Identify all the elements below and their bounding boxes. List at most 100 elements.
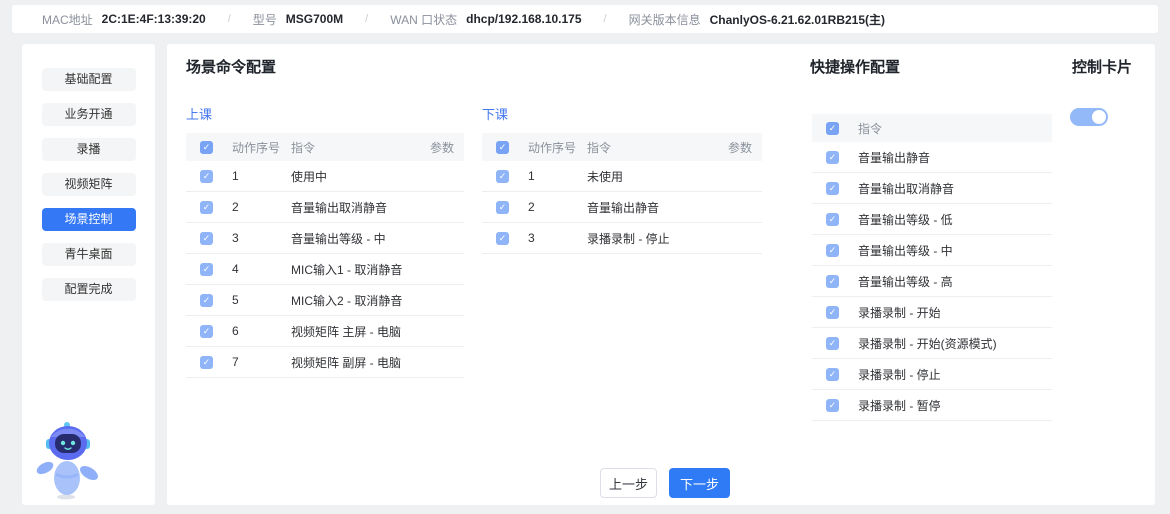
table-body: ✓1使用中✓2音量输出取消静音✓3音量输出等级 - 中✓4MIC输入1 - 取消… bbox=[186, 161, 464, 378]
table-body: ✓ 1未使用 ✓ 2音量输出静音 ✓ 3录播录制 - 停止 bbox=[482, 161, 762, 254]
row-checkbox[interactable]: ✓ bbox=[826, 151, 839, 164]
sidebar-item-video-matrix[interactable]: 视频矩阵 bbox=[42, 173, 136, 196]
control-card-toggle[interactable] bbox=[1070, 108, 1108, 126]
row-checkbox[interactable]: ✓ bbox=[496, 170, 509, 183]
command-label: 录播录制 - 停止 bbox=[587, 230, 712, 247]
mac-address-label: MAC地址 bbox=[42, 11, 93, 28]
select-all-checkbox[interactable]: ✓ bbox=[200, 141, 213, 154]
sidebar-nav: 基础配置 业务开通 录播 视频矩阵 场景控制 青牛桌面 配置完成 bbox=[22, 44, 155, 505]
column-header-param: 参数 bbox=[712, 139, 762, 156]
separator: / bbox=[365, 13, 368, 25]
sidebar-item-service-activation[interactable]: 业务开通 bbox=[42, 103, 136, 126]
seq-value: 1 bbox=[232, 169, 291, 183]
command-label: 音量输出等级 - 高 bbox=[858, 273, 1052, 290]
table-row: ✓音量输出静音 bbox=[812, 142, 1052, 173]
table-row: ✓ 3录播录制 - 停止 bbox=[482, 223, 762, 254]
table-row: ✓ 5MIC输入2 - 取消静音 bbox=[186, 285, 464, 316]
command-label: 音量输出等级 - 中 bbox=[291, 230, 414, 247]
seq-value: 3 bbox=[528, 231, 587, 245]
row-checkbox[interactable]: ✓ bbox=[200, 232, 213, 245]
table-row: ✓ 1使用中 bbox=[186, 161, 464, 192]
command-label: 视频矩阵 副屏 - 电脑 bbox=[291, 354, 414, 371]
row-checkbox[interactable]: ✓ bbox=[200, 356, 213, 369]
row-checkbox[interactable]: ✓ bbox=[200, 294, 213, 307]
toggle-knob bbox=[1092, 110, 1106, 124]
table-body: ✓音量输出静音✓音量输出取消静音✓音量输出等级 - 低✓音量输出等级 - 中✓音… bbox=[812, 142, 1052, 421]
table-row: ✓音量输出取消静音 bbox=[812, 173, 1052, 204]
next-step-button[interactable]: 下一步 bbox=[669, 468, 730, 498]
seq-value: 4 bbox=[232, 262, 291, 276]
section-label-class-end: 下课 bbox=[482, 104, 762, 123]
row-checkbox[interactable]: ✓ bbox=[826, 244, 839, 257]
wan-status-label: WAN 口状态 bbox=[390, 11, 457, 28]
select-all-checkbox[interactable]: ✓ bbox=[496, 141, 509, 154]
shortcut-config-title: 快捷操作配置 bbox=[810, 56, 900, 77]
row-checkbox[interactable]: ✓ bbox=[826, 182, 839, 195]
top-status-bar: MAC地址 2C:1E:4F:13:39:20 / 型号 MSG700M / W… bbox=[12, 5, 1158, 33]
row-checkbox[interactable]: ✓ bbox=[826, 368, 839, 381]
gateway-version-label: 网关版本信息 bbox=[629, 11, 701, 28]
page-title: 场景命令配置 bbox=[186, 56, 276, 77]
column-header-command: 指令 bbox=[858, 120, 1052, 137]
seq-value: 2 bbox=[528, 200, 587, 214]
table-row: ✓ 4MIC输入1 - 取消静音 bbox=[186, 254, 464, 285]
command-label: 使用中 bbox=[291, 168, 414, 185]
row-checkbox[interactable]: ✓ bbox=[826, 306, 839, 319]
sidebar-item-basic-config[interactable]: 基础配置 bbox=[42, 68, 136, 91]
table-row: ✓ 1未使用 bbox=[482, 161, 762, 192]
previous-step-button[interactable]: 上一步 bbox=[600, 468, 657, 498]
column-header-seq: 动作序号 bbox=[528, 139, 587, 156]
row-checkbox[interactable]: ✓ bbox=[826, 337, 839, 350]
seq-value: 6 bbox=[232, 324, 291, 338]
screen: MAC地址 2C:1E:4F:13:39:20 / 型号 MSG700M / W… bbox=[0, 0, 1170, 514]
gateway-version-value: ChanlyOS-6.21.62.01RB215(主) bbox=[710, 11, 885, 28]
seq-value: 5 bbox=[232, 293, 291, 307]
command-label: 视频矩阵 主屏 - 电脑 bbox=[291, 323, 414, 340]
table-header: ✓ 指令 bbox=[812, 114, 1052, 142]
command-label: 录播录制 - 开始(资源模式) bbox=[858, 335, 1052, 352]
seq-value: 3 bbox=[232, 231, 291, 245]
select-all-checkbox[interactable]: ✓ bbox=[826, 122, 839, 135]
table-row: ✓录播录制 - 停止 bbox=[812, 359, 1052, 390]
table-row: ✓ 音量输出等级 - 中 bbox=[812, 235, 1052, 266]
row-checkbox[interactable]: ✓ bbox=[200, 170, 213, 183]
column-header-command: 指令 bbox=[291, 139, 414, 156]
sidebar-item-scene-control[interactable]: 场景控制 bbox=[42, 208, 136, 231]
main-panel: 场景命令配置 快捷操作配置 控制卡片 上课 ✓ 动作序号 指令 参数 ✓1使用中… bbox=[167, 44, 1155, 505]
command-label: 音量输出等级 - 低 bbox=[858, 211, 1052, 228]
command-label: MIC输入1 - 取消静音 bbox=[291, 261, 414, 278]
table-row: ✓ 6视频矩阵 主屏 - 电脑 bbox=[186, 316, 464, 347]
table-row: ✓录播录制 - 开始 bbox=[812, 297, 1052, 328]
row-checkbox[interactable]: ✓ bbox=[496, 201, 509, 214]
sidebar-item-config-complete[interactable]: 配置完成 bbox=[42, 278, 136, 301]
row-checkbox[interactable]: ✓ bbox=[200, 263, 213, 276]
seq-value: 2 bbox=[232, 200, 291, 214]
seq-value: 1 bbox=[528, 169, 587, 183]
scene-section-class-start: 上课 ✓ 动作序号 指令 参数 ✓1使用中✓2音量输出取消静音✓3音量输出等级 … bbox=[186, 104, 464, 378]
sidebar-item-recording[interactable]: 录播 bbox=[42, 138, 136, 161]
table-row: ✓ 录播录制 - 暂停 bbox=[812, 390, 1052, 421]
command-label: 录播录制 - 暂停 bbox=[858, 397, 1052, 414]
table-row: ✓ 2音量输出静音 bbox=[482, 192, 762, 223]
table-header: ✓ 动作序号 指令 参数 bbox=[186, 133, 464, 161]
row-checkbox[interactable]: ✓ bbox=[200, 325, 213, 338]
column-header-seq: 动作序号 bbox=[232, 139, 291, 156]
table-row: ✓ 3音量输出等级 - 中 bbox=[186, 223, 464, 254]
row-checkbox[interactable]: ✓ bbox=[200, 201, 213, 214]
row-checkbox[interactable]: ✓ bbox=[826, 275, 839, 288]
scene-section-class-end: 下课 ✓ 动作序号 指令 参数 ✓ 1未使用 ✓ 2音量输出静音 ✓ 3录播录制 - 停止 bbox=[482, 104, 762, 254]
command-label: 未使用 bbox=[587, 168, 712, 185]
row-checkbox[interactable]: ✓ bbox=[826, 399, 839, 412]
model-label: 型号 bbox=[253, 11, 277, 28]
section-label-class-start: 上课 bbox=[186, 104, 464, 123]
command-label: 音量输出静音 bbox=[587, 199, 712, 216]
row-checkbox[interactable]: ✓ bbox=[496, 232, 509, 245]
column-header-command: 指令 bbox=[587, 139, 712, 156]
table-row: ✓ 音量输出等级 - 低 bbox=[812, 204, 1052, 235]
row-checkbox[interactable]: ✓ bbox=[826, 213, 839, 226]
sidebar-item-qingniu-desktop[interactable]: 青牛桌面 bbox=[42, 243, 136, 266]
command-label: 音量输出等级 - 中 bbox=[858, 242, 1052, 259]
command-label: MIC输入2 - 取消静音 bbox=[291, 292, 414, 309]
wan-status-value: dhcp/192.168.10.175 bbox=[466, 12, 581, 26]
table-row: ✓2音量输出取消静音 bbox=[186, 192, 464, 223]
